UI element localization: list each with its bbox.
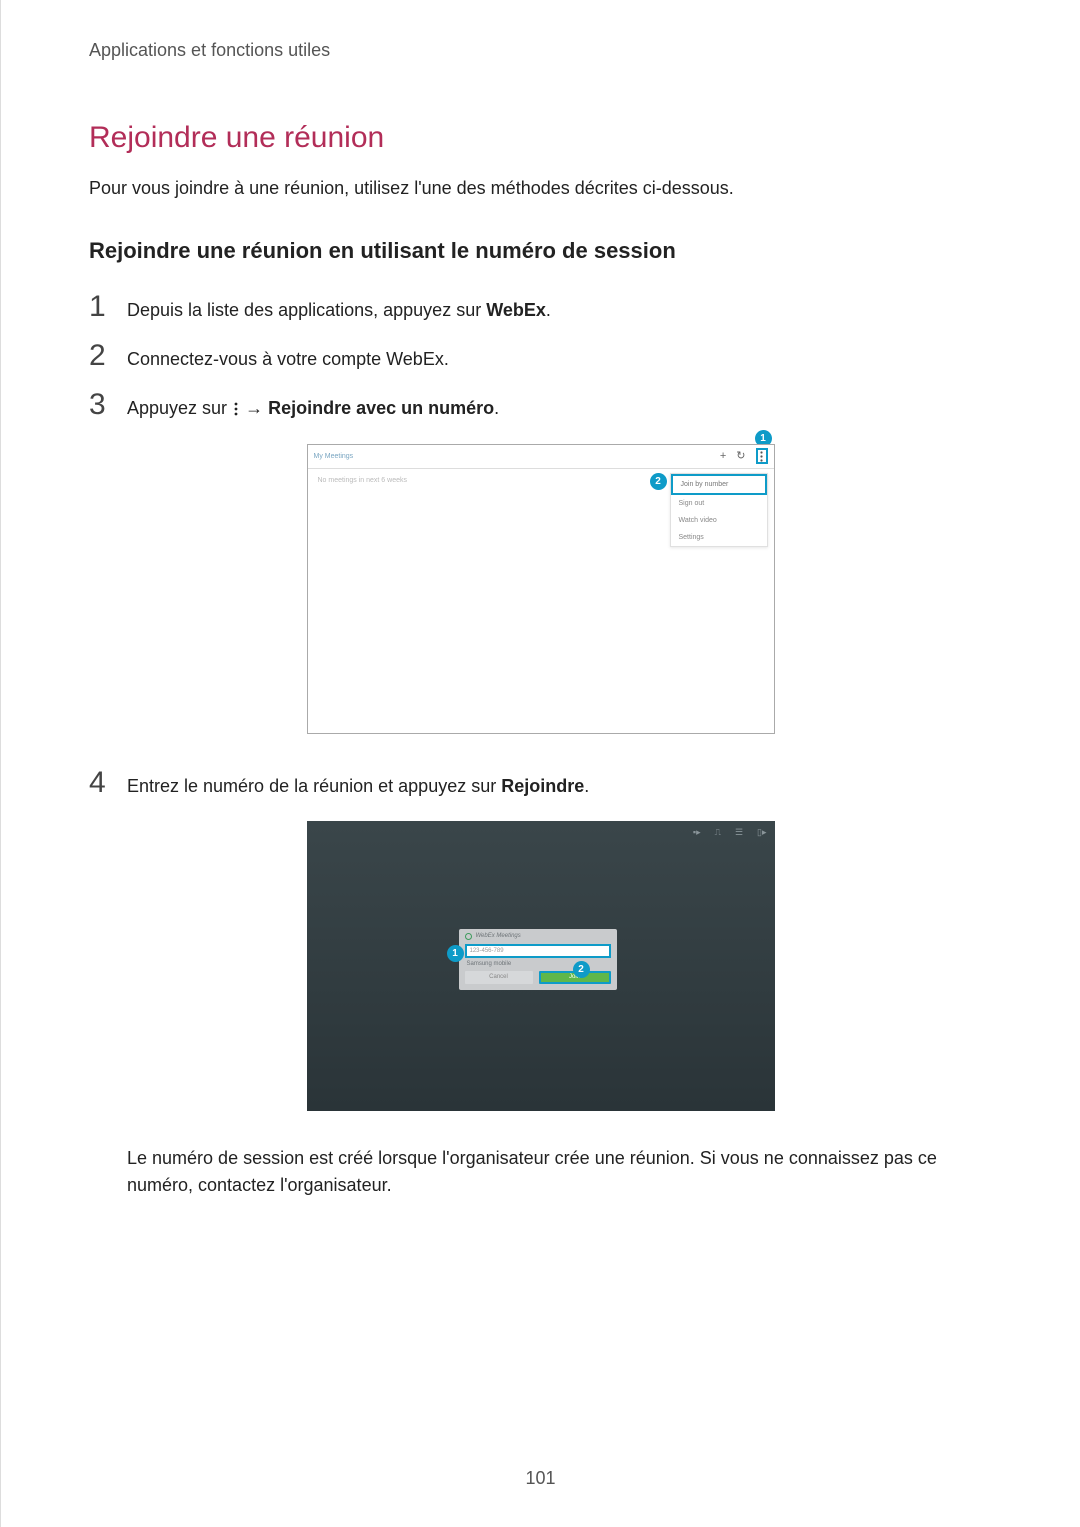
menu-item-sign-out[interactable]: Sign out xyxy=(671,495,767,512)
step-number: 3 xyxy=(89,390,127,420)
figure-1: 1 My Meetings + ↻ No meetings in next 6 … xyxy=(89,444,992,734)
step-number: 4 xyxy=(89,768,127,798)
menu-item-settings[interactable]: Settings xyxy=(671,529,767,546)
callout-badge: 1 xyxy=(447,945,464,962)
text: . xyxy=(546,300,551,320)
text: . xyxy=(584,776,589,796)
text: Depuis la liste des applications, appuye… xyxy=(127,300,486,320)
bold: Rejoindre xyxy=(501,776,584,796)
cancel-button[interactable]: Cancel xyxy=(465,971,533,984)
intro-text: Pour vous joindre à une réunion, utilise… xyxy=(89,175,992,202)
text: Entrez le numéro de la réunion et appuye… xyxy=(127,776,501,796)
page-number: 101 xyxy=(525,1468,555,1489)
screenshot-my-meetings: My Meetings + ↻ No meetings in next 6 we… xyxy=(307,444,775,734)
more-vertical-icon[interactable] xyxy=(756,448,768,464)
step-4: 4 Entrez le numéro de la réunion et appu… xyxy=(89,768,992,799)
text: Appuyez sur xyxy=(127,398,232,418)
step-number: 1 xyxy=(89,292,127,322)
subsection-title: Rejoindre une réunion en utilisant le nu… xyxy=(89,238,992,264)
callout-badge: 2 xyxy=(650,473,667,490)
text: → xyxy=(240,398,268,418)
bold: WebEx xyxy=(486,300,546,320)
step-1: 1 Depuis la liste des applications, appu… xyxy=(89,292,992,323)
bold: Rejoindre avec un numéro xyxy=(268,398,494,418)
step-4-note: Le numéro de session est créé lorsque l'… xyxy=(89,1145,992,1199)
video-icon: ▪▸ xyxy=(693,827,701,838)
step-text: Depuis la liste des applications, appuye… xyxy=(127,298,551,323)
menu-item-join-by-number[interactable]: Join by number xyxy=(671,474,767,495)
status-bar: ▪▸ ⎍ ☰ ▯▸ xyxy=(693,827,767,838)
webex-logo-icon xyxy=(465,933,472,940)
section-title: Rejoindre une réunion xyxy=(89,121,992,155)
app-header: My Meetings + ↻ xyxy=(308,445,774,469)
list-icon: ☰ xyxy=(735,827,743,838)
screenshot-join-dialog: ▪▸ ⎍ ☰ ▯▸ WebEx Meetings 123-456-789 Sam… xyxy=(307,821,775,1111)
app-title: My Meetings xyxy=(314,453,354,460)
step-text: Appuyez sur → Rejoindre avec un numéro. xyxy=(127,396,499,421)
text: . xyxy=(494,398,499,418)
menu-item-watch-video[interactable]: Watch video xyxy=(671,512,767,529)
step-text: Connectez-vous à votre compte WebEx. xyxy=(127,347,449,372)
placeholder-text: 123-456-789 xyxy=(470,948,504,954)
step-text: Entrez le numéro de la réunion et appuye… xyxy=(127,774,589,799)
more-vertical-icon xyxy=(234,402,238,416)
join-dialog: WebEx Meetings 123-456-789 Samsung mobil… xyxy=(459,929,617,990)
meeting-number-field[interactable]: 123-456-789 xyxy=(465,944,611,958)
plus-icon[interactable]: + xyxy=(720,451,726,462)
refresh-icon[interactable]: ↻ xyxy=(736,451,745,462)
exit-icon: ▯▸ xyxy=(757,827,766,838)
page-header: Applications et fonctions utiles xyxy=(89,40,992,61)
step-number: 2 xyxy=(89,341,127,371)
dialog-title: WebEx Meetings xyxy=(476,933,521,939)
figure-2: ▪▸ ⎍ ☰ ▯▸ WebEx Meetings 123-456-789 Sam… xyxy=(89,821,992,1111)
dropdown-menu: Join by number Sign out Watch video Sett… xyxy=(670,473,768,547)
mic-icon: ⎍ xyxy=(715,827,721,838)
step-3: 3 Appuyez sur → Rejoindre avec un numéro… xyxy=(89,390,992,421)
callout-badge: 2 xyxy=(573,961,590,978)
step-2: 2 Connectez-vous à votre compte WebEx. xyxy=(89,341,992,372)
